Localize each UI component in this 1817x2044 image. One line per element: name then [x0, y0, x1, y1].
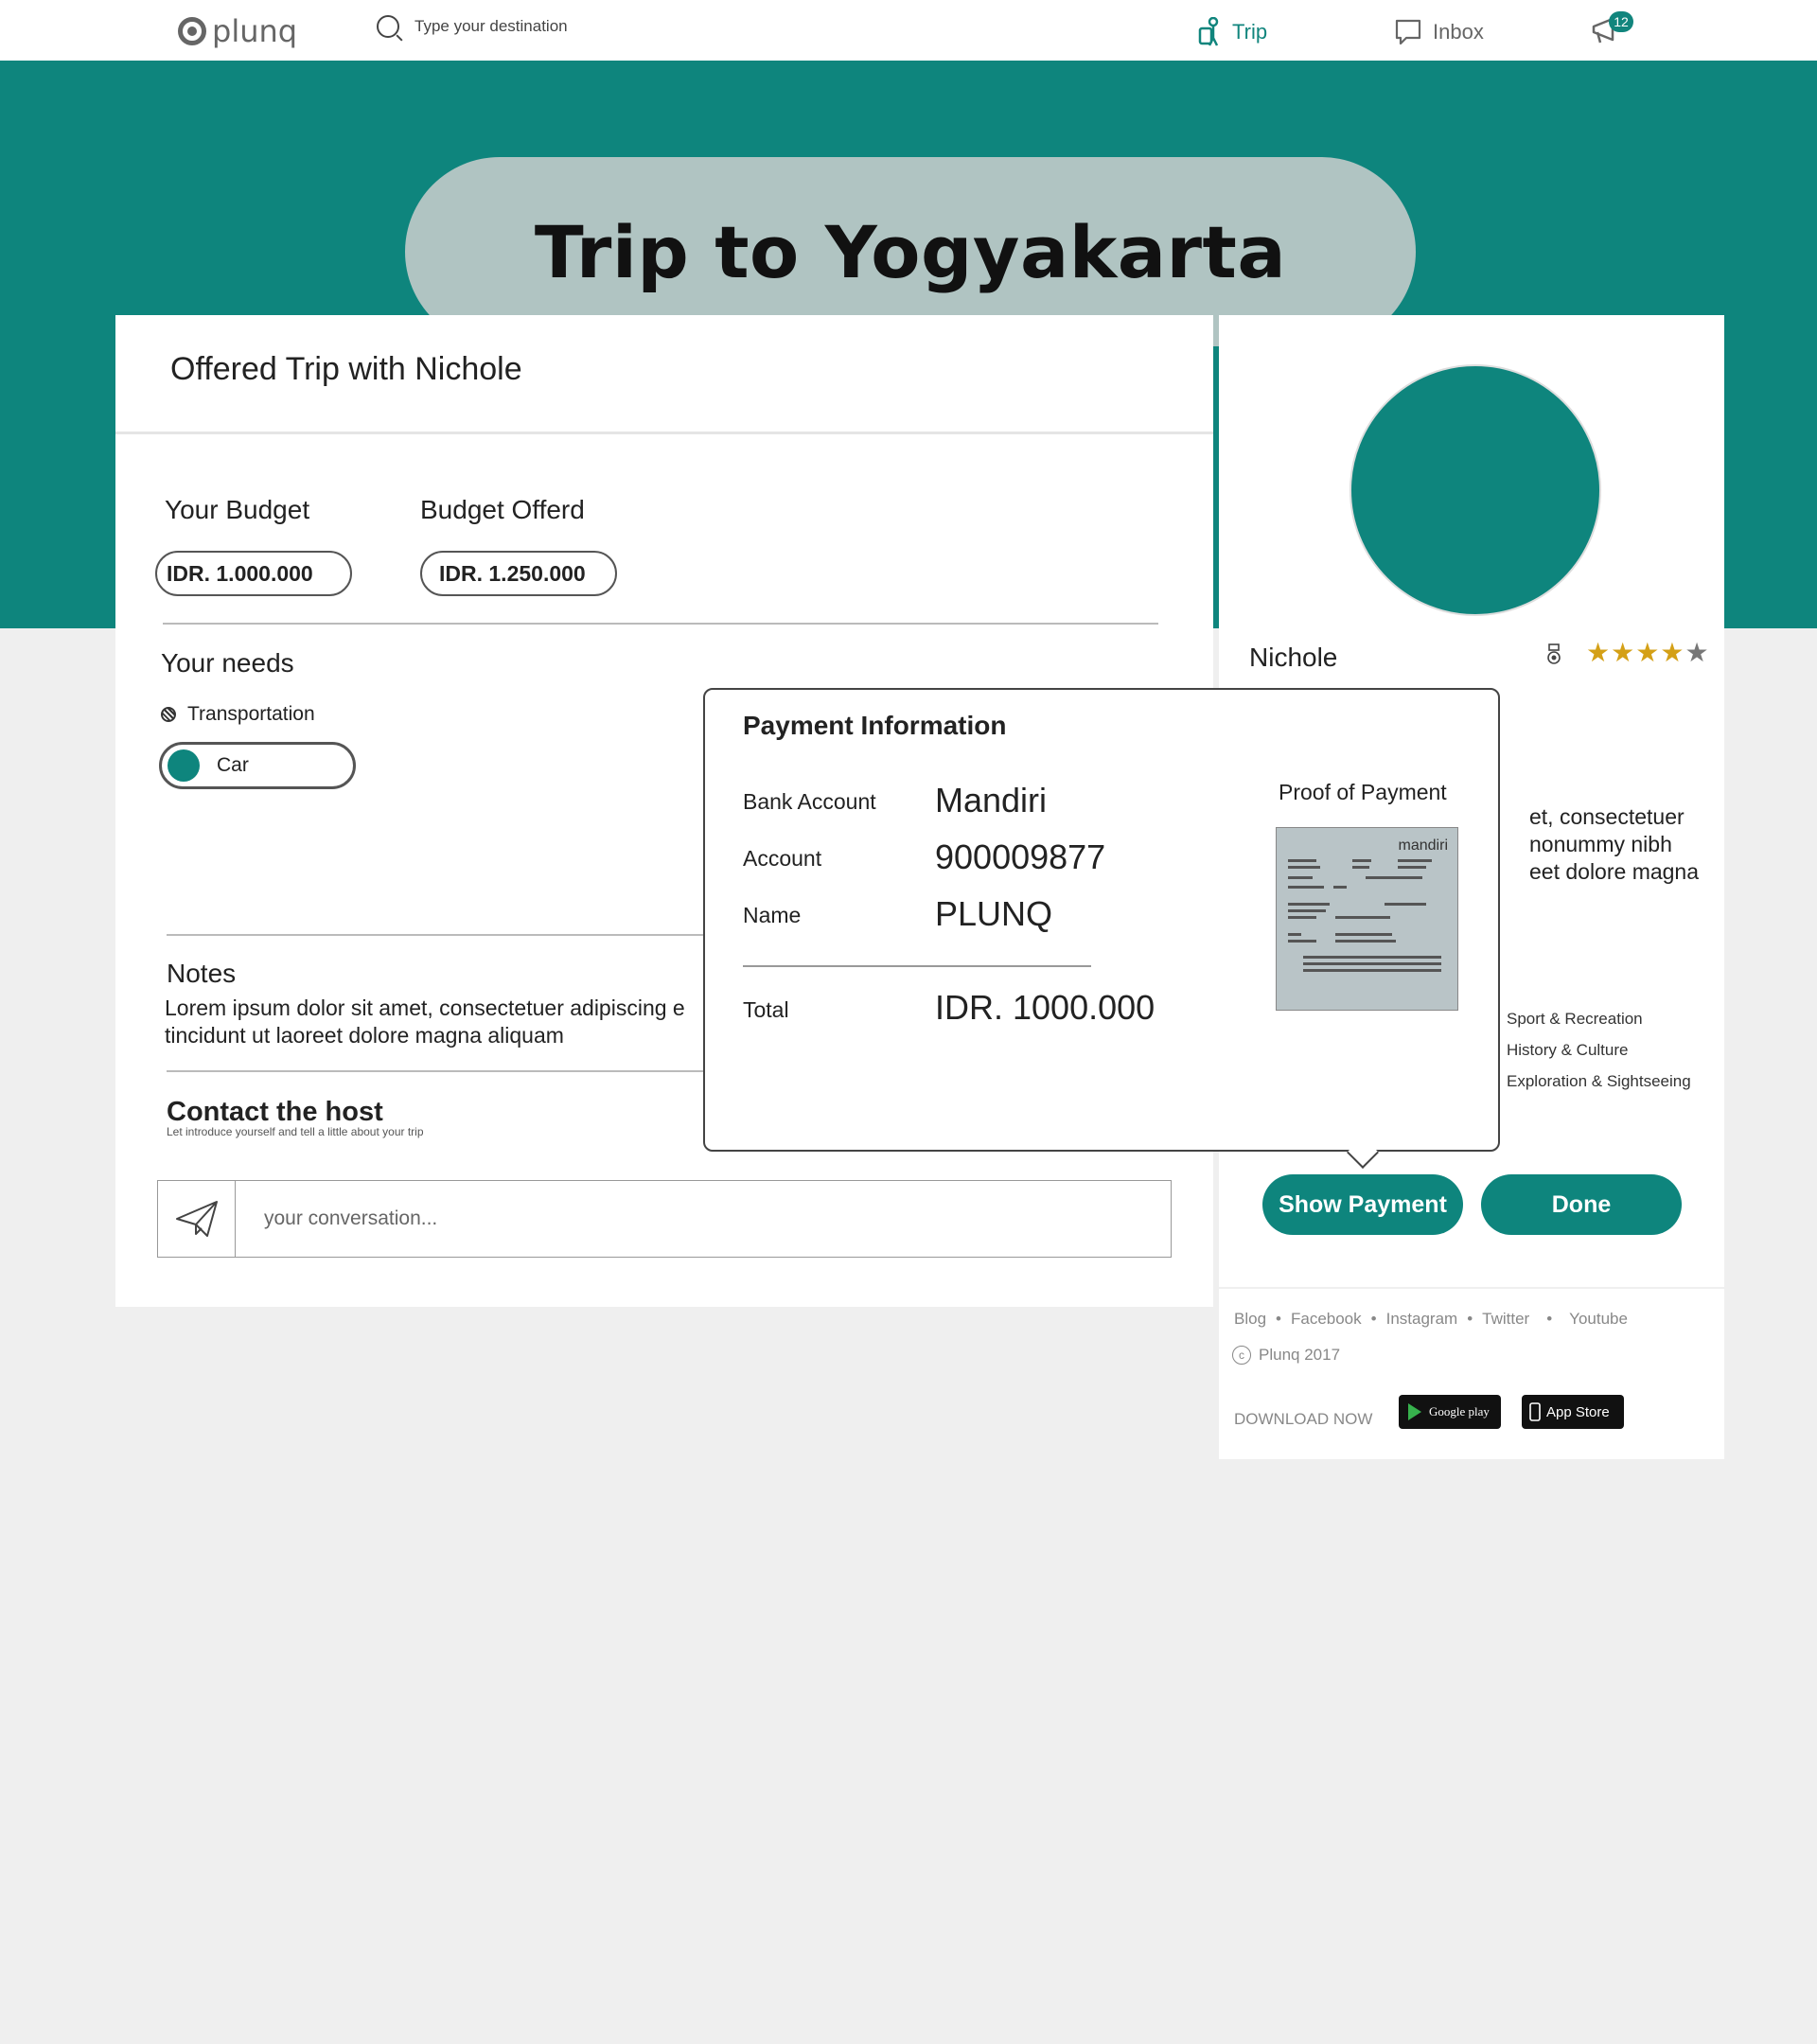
bank-value: Mandiri: [935, 781, 1048, 819]
google-play-label: Google play: [1429, 1404, 1490, 1418]
medal-icon: [1547, 643, 1561, 664]
car-option-label: Car: [217, 754, 249, 776]
budget-offered-value: IDR. 1.250.000: [420, 551, 617, 596]
your-budget-value: IDR. 1.000.000: [155, 551, 352, 596]
rating-stars: ★★★★★: [1586, 637, 1710, 668]
your-budget-label: Your Budget: [165, 495, 310, 524]
payment-receipt-image[interactable]: mandiri: [1276, 827, 1458, 1011]
notes-title: Notes: [167, 959, 237, 988]
show-payment-button[interactable]: Show Payment: [1262, 1174, 1463, 1235]
bank-logo: mandiri: [1398, 837, 1448, 854]
copyright: c Plunq 2017: [1232, 1346, 1340, 1365]
play-store-icon: [1408, 1403, 1421, 1420]
phone-icon: [1529, 1402, 1541, 1421]
separator: •: [1467, 1310, 1473, 1328]
needs-category-label: Transportation: [187, 703, 315, 725]
logo-text: plunq: [212, 13, 298, 49]
download-label: DOWNLOAD NOW: [1234, 1410, 1373, 1428]
footer: Blog • Facebook • Instagram • Twitter • Yout…: [1219, 1289, 1724, 1459]
logo-icon: [178, 17, 206, 45]
separator: •: [1276, 1310, 1281, 1328]
footer-link-twitter[interactable]: Twitter: [1482, 1310, 1529, 1329]
star-icon: ★: [1635, 638, 1661, 667]
receipt-text-lines: [1288, 859, 1441, 972]
copyright-icon: c: [1232, 1346, 1251, 1365]
notification-badge: 12: [1609, 11, 1633, 32]
contact-subtitle: Let introduce yourself and tell a little…: [167, 1125, 424, 1138]
proof-label: Proof of Payment: [1279, 780, 1447, 804]
car-option[interactable]: Car: [159, 742, 356, 789]
top-nav: plunq Trip Inbox 12: [0, 0, 1817, 61]
nav-trip-label: Trip: [1232, 20, 1268, 44]
star-icon: ★: [1660, 638, 1685, 667]
star-icon: ★: [1586, 638, 1612, 667]
message-box: [157, 1180, 1172, 1258]
needs-title: Your needs: [161, 648, 294, 678]
account-value: 900009877: [935, 837, 1106, 876]
interest-item: History & Culture: [1507, 1041, 1629, 1059]
footer-link-youtube[interactable]: Youtube: [1569, 1310, 1628, 1329]
search-bar: [377, 15, 698, 38]
done-button[interactable]: Done: [1481, 1174, 1682, 1235]
app-store-label: App Store: [1546, 1403, 1610, 1420]
search-input[interactable]: [415, 17, 698, 36]
bank-label: Bank Account: [743, 789, 876, 814]
star-icon: ★: [1611, 638, 1636, 667]
footer-links: Blog • Facebook • Instagram • Twitter • Yout…: [1234, 1310, 1628, 1329]
contact-title: Contact the host: [167, 1097, 383, 1127]
interest-item: Exploration & Sightseeing: [1507, 1072, 1691, 1090]
avatar: [1350, 364, 1601, 616]
card-title: Offered Trip with Nichole: [115, 315, 1213, 434]
divider: [743, 965, 1091, 967]
nav-trip[interactable]: Trip: [1194, 17, 1267, 47]
send-button[interactable]: [158, 1181, 236, 1257]
google-play-badge[interactable]: Google play: [1399, 1395, 1501, 1429]
selected-dot-icon: [168, 749, 200, 782]
name-value: PLUNQ: [935, 894, 1053, 933]
copyright-text: Plunq 2017: [1259, 1346, 1341, 1364]
total-label: Total: [743, 997, 789, 1022]
page-title: Trip to Yogyakarta: [534, 209, 1287, 294]
divider: [163, 623, 1158, 625]
account-label: Account: [743, 846, 822, 871]
separator: •: [1546, 1310, 1553, 1328]
payment-title: Payment Information: [743, 711, 1007, 740]
chat-bubble-icon: [1395, 19, 1421, 45]
footer-link-facebook[interactable]: Facebook: [1291, 1310, 1362, 1329]
message-input[interactable]: [236, 1181, 1171, 1257]
search-icon[interactable]: [377, 15, 399, 38]
needs-category: Transportation: [161, 703, 315, 726]
name-label: Name: [743, 903, 802, 927]
footer-link-instagram[interactable]: Instagram: [1386, 1310, 1458, 1329]
host-name: Nichole: [1249, 643, 1338, 672]
nav-inbox[interactable]: Inbox: [1393, 17, 1484, 47]
nav-inbox-label: Inbox: [1433, 20, 1484, 44]
nav-notifications[interactable]: 12: [1590, 11, 1633, 45]
budget-offered-label: Budget Offerd: [420, 495, 585, 524]
plunq-logo[interactable]: plunq: [178, 13, 297, 49]
transport-icon: [161, 707, 176, 722]
interest-item: Sport & Recreation: [1507, 1010, 1643, 1028]
luggage-icon: [1198, 17, 1219, 46]
separator: •: [1370, 1310, 1377, 1328]
paper-plane-icon: [175, 1201, 218, 1237]
footer-link-blog[interactable]: Blog: [1234, 1310, 1266, 1329]
total-value: IDR. 1000.000: [935, 988, 1155, 1027]
star-icon: ★: [1685, 638, 1710, 667]
app-store-badge[interactable]: App Store: [1522, 1395, 1624, 1429]
payment-popup: Payment Information Bank Account Mandiri…: [703, 688, 1500, 1152]
